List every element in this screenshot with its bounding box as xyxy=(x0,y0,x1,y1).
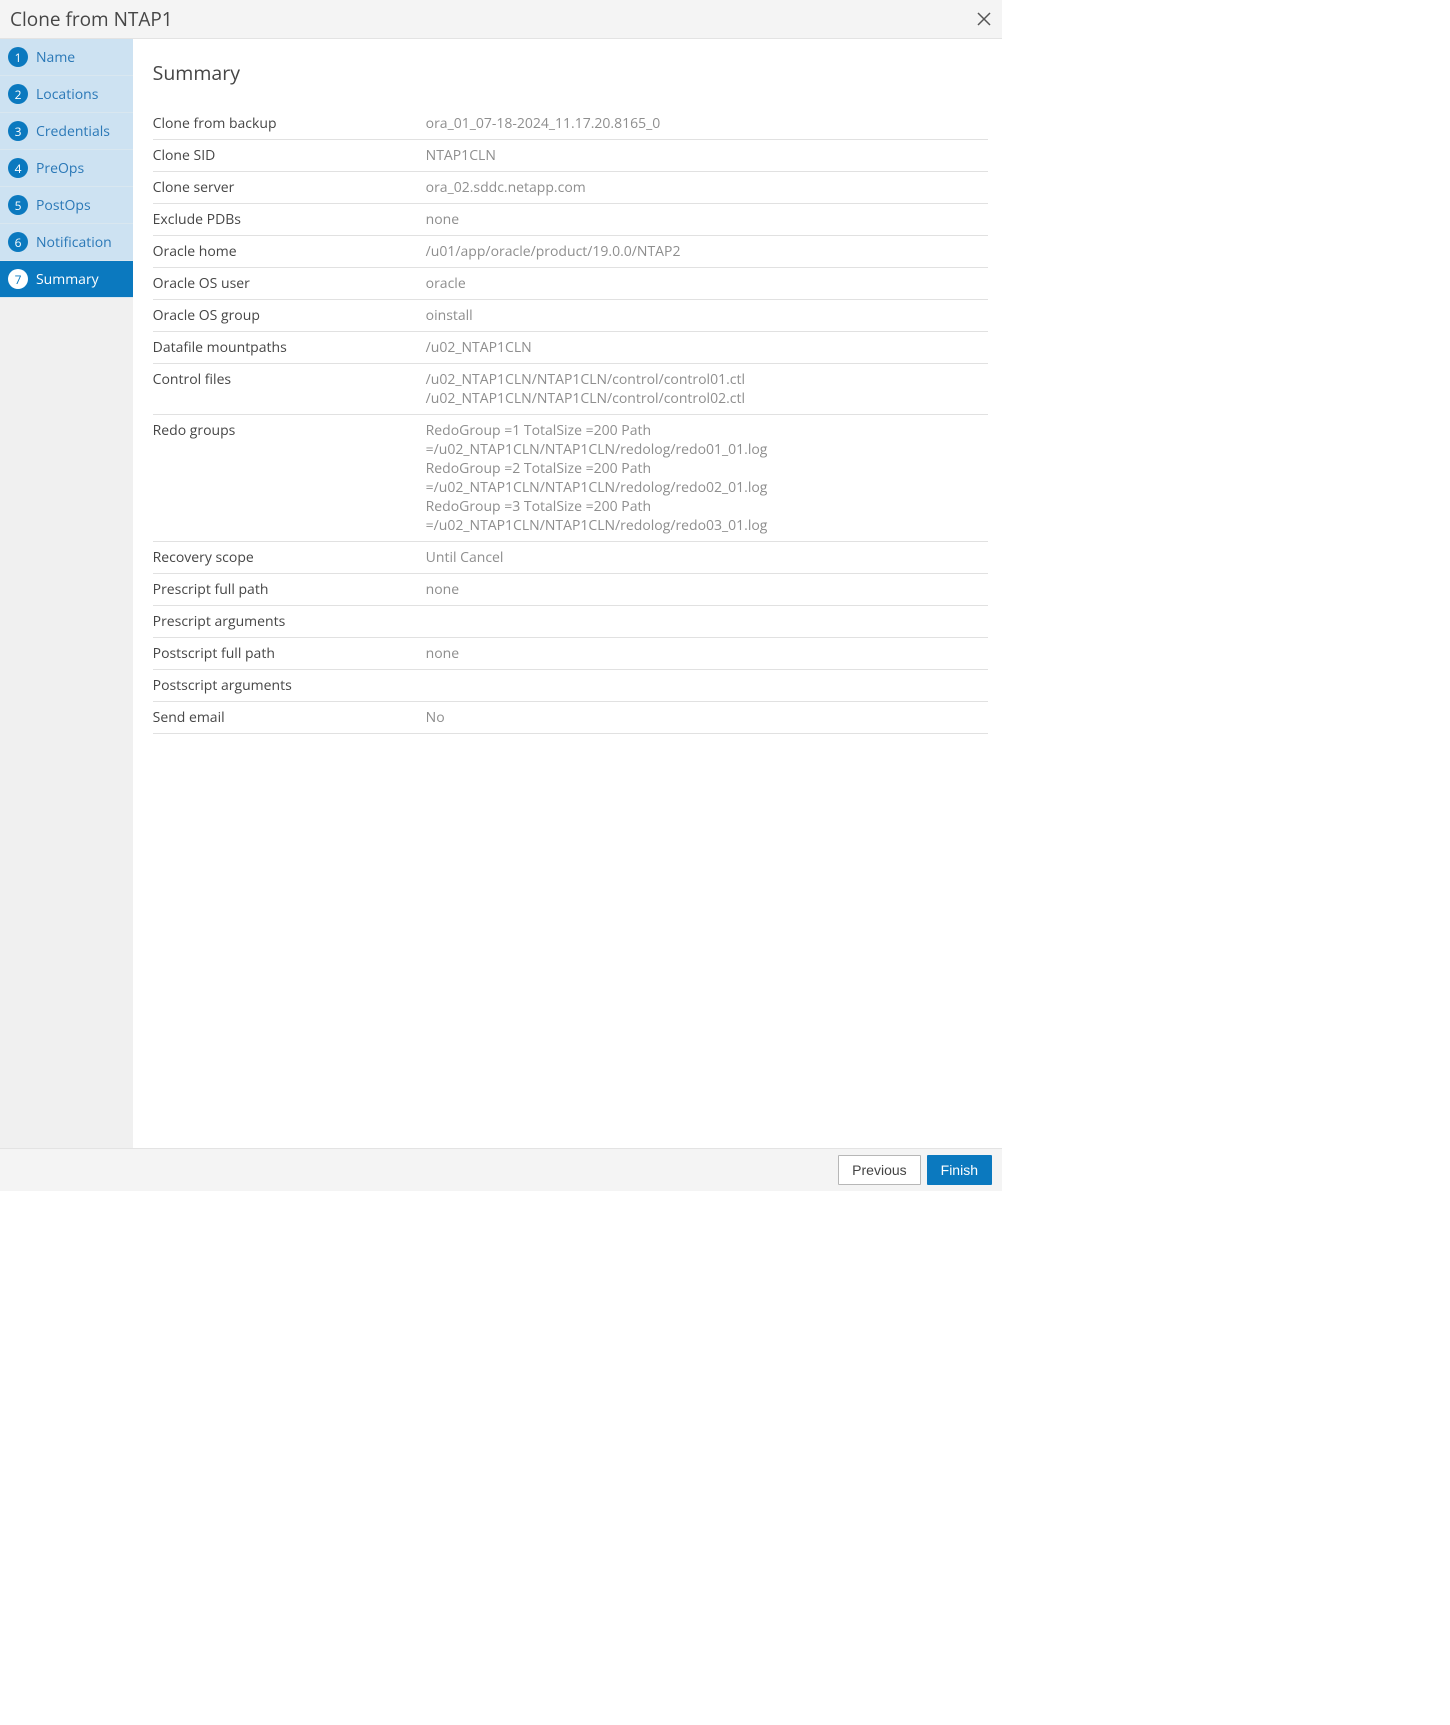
summary-table: Clone from backupora_01_07-18-2024_11.17… xyxy=(153,108,988,734)
dialog-footer: Previous Finish xyxy=(0,1148,1002,1191)
summary-row: Oracle OS groupoinstall xyxy=(153,300,988,332)
summary-value xyxy=(426,612,988,631)
wizard-sidebar: 1 Name 2 Locations 3 Credentials 4 PreOp… xyxy=(0,39,133,1148)
step-number: 7 xyxy=(8,269,28,289)
summary-row: Datafile mountpaths/u02_NTAP1CLN xyxy=(153,332,988,364)
summary-label: Oracle OS group xyxy=(153,306,426,325)
summary-label: Datafile mountpaths xyxy=(153,338,426,357)
step-number: 5 xyxy=(8,195,28,215)
summary-row: Redo groupsRedoGroup =1 TotalSize =200 P… xyxy=(153,415,988,542)
summary-value: /u01/app/oracle/product/19.0.0/NTAP2 xyxy=(426,242,988,261)
summary-label: Exclude PDBs xyxy=(153,210,426,229)
summary-label: Clone from backup xyxy=(153,114,426,133)
summary-value: oinstall xyxy=(426,306,988,325)
summary-row: Prescript full pathnone xyxy=(153,574,988,606)
summary-value: none xyxy=(426,210,988,229)
summary-value: ora_02.sddc.netapp.com xyxy=(426,178,988,197)
dialog-header: Clone from NTAP1 xyxy=(0,0,1002,39)
main-panel: Summary Clone from backupora_01_07-18-20… xyxy=(133,39,1002,1148)
finish-button[interactable]: Finish xyxy=(927,1155,992,1185)
summary-value xyxy=(426,676,988,695)
summary-row: Clone SIDNTAP1CLN xyxy=(153,140,988,172)
summary-label: Clone SID xyxy=(153,146,426,165)
summary-row: Clone serverora_02.sddc.netapp.com xyxy=(153,172,988,204)
sidebar-step-preops[interactable]: 4 PreOps xyxy=(0,150,133,187)
summary-value: oracle xyxy=(426,274,988,293)
dialog-title: Clone from NTAP1 xyxy=(10,6,173,32)
step-label: Locations xyxy=(36,85,98,104)
sidebar-step-credentials[interactable]: 3 Credentials xyxy=(0,113,133,150)
summary-row: Exclude PDBsnone xyxy=(153,204,988,236)
close-icon[interactable] xyxy=(976,11,992,27)
step-number: 1 xyxy=(8,47,28,67)
dialog-body: 1 Name 2 Locations 3 Credentials 4 PreOp… xyxy=(0,39,1002,1148)
step-label: PostOps xyxy=(36,196,91,215)
summary-label: Postscript full path xyxy=(153,644,426,663)
step-label: Summary xyxy=(36,270,99,289)
summary-row: Clone from backupora_01_07-18-2024_11.17… xyxy=(153,108,988,140)
summary-label: Redo groups xyxy=(153,421,426,535)
sidebar-step-summary[interactable]: 7 Summary xyxy=(0,261,133,298)
summary-value: Until Cancel xyxy=(426,548,988,567)
step-label: Notification xyxy=(36,233,112,252)
sidebar-step-locations[interactable]: 2 Locations xyxy=(0,76,133,113)
summary-label: Send email xyxy=(153,708,426,727)
summary-row: Postscript arguments xyxy=(153,670,988,702)
sidebar-step-postops[interactable]: 5 PostOps xyxy=(0,187,133,224)
summary-row: Oracle home/u01/app/oracle/product/19.0.… xyxy=(153,236,988,268)
step-number: 6 xyxy=(8,232,28,252)
page-title: Summary xyxy=(153,59,988,86)
step-label: Credentials xyxy=(36,122,110,141)
summary-row: Control files/u02_NTAP1CLN/NTAP1CLN/cont… xyxy=(153,364,988,415)
summary-label: Prescript arguments xyxy=(153,612,426,631)
summary-label: Control files xyxy=(153,370,426,408)
step-number: 3 xyxy=(8,121,28,141)
sidebar-step-name[interactable]: 1 Name xyxy=(0,39,133,76)
summary-label: Clone server xyxy=(153,178,426,197)
summary-row: Oracle OS useroracle xyxy=(153,268,988,300)
step-number: 2 xyxy=(8,84,28,104)
sidebar-step-notification[interactable]: 6 Notification xyxy=(0,224,133,261)
summary-row: Send emailNo xyxy=(153,702,988,734)
previous-button[interactable]: Previous xyxy=(838,1155,920,1185)
summary-value: RedoGroup =1 TotalSize =200 Path =/u02_N… xyxy=(426,421,988,535)
summary-value: /u02_NTAP1CLN xyxy=(426,338,988,357)
step-label: Name xyxy=(36,48,75,67)
summary-value: none xyxy=(426,580,988,599)
summary-row: Postscript full pathnone xyxy=(153,638,988,670)
step-label: PreOps xyxy=(36,159,84,178)
summary-value: No xyxy=(426,708,988,727)
summary-value: none xyxy=(426,644,988,663)
summary-label: Oracle home xyxy=(153,242,426,261)
summary-value: NTAP1CLN xyxy=(426,146,988,165)
summary-row: Recovery scopeUntil Cancel xyxy=(153,542,988,574)
summary-label: Prescript full path xyxy=(153,580,426,599)
summary-row: Prescript arguments xyxy=(153,606,988,638)
summary-label: Recovery scope xyxy=(153,548,426,567)
step-number: 4 xyxy=(8,158,28,178)
summary-label: Oracle OS user xyxy=(153,274,426,293)
summary-value: ora_01_07-18-2024_11.17.20.8165_0 xyxy=(426,114,988,133)
summary-value: /u02_NTAP1CLN/NTAP1CLN/control/control01… xyxy=(426,370,988,408)
summary-label: Postscript arguments xyxy=(153,676,426,695)
